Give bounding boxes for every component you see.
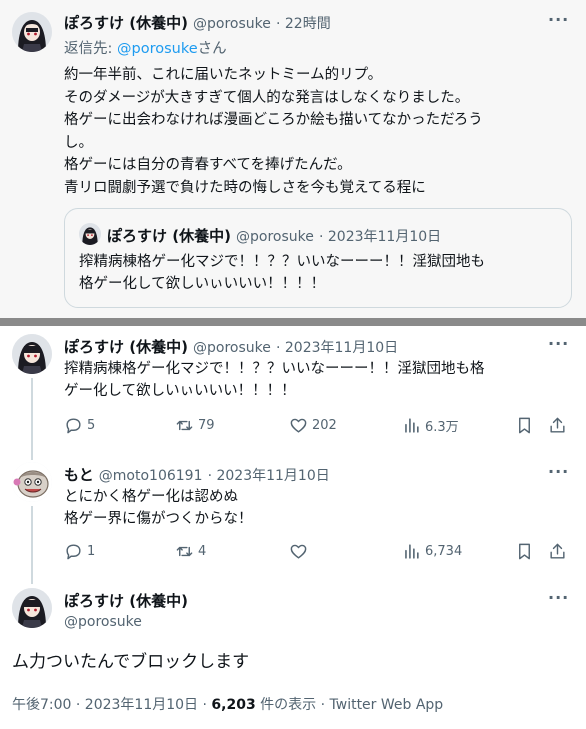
display-name[interactable]: ぽろすけ (休養中) — [64, 14, 188, 32]
thread-line — [31, 378, 33, 460]
avatar[interactable] — [12, 12, 52, 52]
reply-context: 返信先: @porosukeさん — [64, 37, 227, 58]
views-button[interactable]: 6,734 — [402, 542, 462, 561]
user-handle[interactable]: @porosuke — [64, 614, 142, 630]
retweet-button[interactable]: 4 — [175, 542, 206, 561]
bookmark-button[interactable] — [515, 542, 534, 561]
main-tweet-text: ム力ついたんでブロックします — [12, 652, 250, 672]
tweet-date: · 2023年11月10日 — [318, 229, 442, 245]
views-button[interactable]: 6.3万 — [402, 416, 459, 435]
user-avatar-icon — [12, 12, 52, 52]
bookmark-icon — [519, 543, 530, 560]
user-handle: @porosuke — [236, 229, 314, 245]
tweet-header: ぽろすけ (休養中) — [64, 590, 188, 611]
reply-prefix: 返信先: — [64, 41, 117, 57]
reply-suffix: さん — [197, 41, 227, 57]
avatar — [79, 223, 101, 245]
like-icon — [290, 544, 307, 559]
user-handle[interactable]: @porosuke — [193, 340, 271, 356]
retweet-button[interactable]: 79 — [175, 416, 215, 435]
share-button[interactable] — [548, 542, 567, 561]
views-count: 6.3万 — [425, 420, 459, 435]
user-handle[interactable]: @moto106191 — [99, 468, 203, 484]
tweet-header: ぽろすけ (休養中) @porosuke · 22時間 — [64, 12, 331, 33]
share-icon — [550, 543, 565, 559]
retweet-icon — [176, 546, 193, 557]
user-avatar-icon — [12, 588, 52, 628]
reply-count: 5 — [87, 418, 96, 433]
quoted-header: ぽろすけ (休養中) @porosuke · 2023年11月10日 — [107, 225, 441, 246]
quoted-text: 搾精病棟格ゲー化マジで！！？？いいなーーー！！淫獄団地も 格ゲー化して欲しいぃい… — [79, 254, 485, 292]
quoted-tweet[interactable]: ぽろすけ (休養中) @porosuke · 2023年11月10日 搾精病棟格… — [64, 208, 572, 308]
thread-panel: ぽろすけ (休養中) @porosuke · 2023年11月10日 ··· 搾… — [0, 326, 586, 729]
like-button[interactable]: 202 — [289, 416, 337, 435]
top-panel: ぽろすけ (休養中) @porosuke · 22時間 ··· 返信先: @po… — [0, 0, 586, 318]
avatar[interactable] — [12, 588, 52, 628]
more-icon[interactable]: ··· — [548, 10, 569, 29]
views-icon — [405, 418, 419, 433]
user-avatar-icon — [79, 223, 101, 245]
tweet-text: とにかく格ゲー化は認めぬ 格ゲー界に傷がつくからな！ — [64, 489, 253, 527]
tweet-timestamp[interactable]: 午後7:00 · 2023年11月10日 · — [12, 697, 211, 713]
more-icon[interactable]: ··· — [548, 462, 569, 481]
tweet-date[interactable]: · 2023年11月10日 — [276, 340, 398, 356]
bookmark-button[interactable] — [515, 416, 534, 435]
reply-button[interactable]: 1 — [64, 542, 95, 561]
reply-icon — [66, 418, 81, 434]
view-count: 6,203 — [211, 697, 256, 713]
reply-button[interactable]: 5 — [64, 416, 95, 435]
display-name[interactable]: もと — [64, 466, 94, 484]
bookmark-icon — [519, 417, 530, 434]
reply-count: 1 — [87, 544, 96, 559]
tweet-text: 搾精病棟格ゲー化マジで！！？？いいなーーー！！淫獄団地も格 ゲー化して欲しいぃい… — [64, 361, 485, 399]
tweet-text: 約一年半前、これに届いたネットミーム的リプ。 そのダメージが大きすぎて個人的な発… — [64, 67, 483, 196]
display-name: ぽろすけ (休養中) — [107, 227, 231, 245]
like-count: 202 — [312, 418, 337, 433]
user-handle[interactable]: @porosuke — [193, 16, 271, 32]
like-button[interactable] — [289, 542, 312, 561]
reply-to-link[interactable]: @porosuke — [117, 41, 198, 57]
retweet-count: 79 — [198, 418, 215, 433]
view-label: 件の表示 · Twitter Web App — [255, 697, 444, 713]
display-name[interactable]: ぽろすけ (休養中) — [64, 338, 188, 356]
avatar[interactable] — [12, 334, 52, 374]
share-icon — [550, 417, 565, 433]
tweet-meta: 午後7:00 · 2023年11月10日 · 6,203 件の表示 · Twit… — [12, 694, 443, 714]
more-icon[interactable]: ··· — [548, 588, 569, 607]
more-icon[interactable]: ··· — [548, 334, 569, 353]
user-avatar-icon — [12, 462, 52, 502]
tweet-time[interactable]: · 22時間 — [276, 16, 331, 32]
share-button[interactable] — [548, 416, 567, 435]
separator — [0, 318, 586, 326]
avatar[interactable] — [12, 462, 52, 502]
display-name[interactable]: ぽろすけ (休養中) — [64, 592, 188, 610]
views-count: 6,734 — [425, 544, 463, 559]
thread-line — [31, 506, 33, 584]
tweet-header: ぽろすけ (休養中) @porosuke · 2023年11月10日 — [64, 336, 398, 357]
reply-icon — [66, 544, 81, 560]
tweet-date[interactable]: · 2023年11月10日 — [208, 468, 330, 484]
user-avatar-icon — [12, 334, 52, 374]
tweet-header: もと @moto106191 · 2023年11月10日 — [64, 464, 330, 485]
like-icon — [290, 418, 307, 433]
retweet-icon — [176, 420, 193, 431]
retweet-count: 4 — [198, 544, 207, 559]
views-icon — [405, 544, 419, 559]
